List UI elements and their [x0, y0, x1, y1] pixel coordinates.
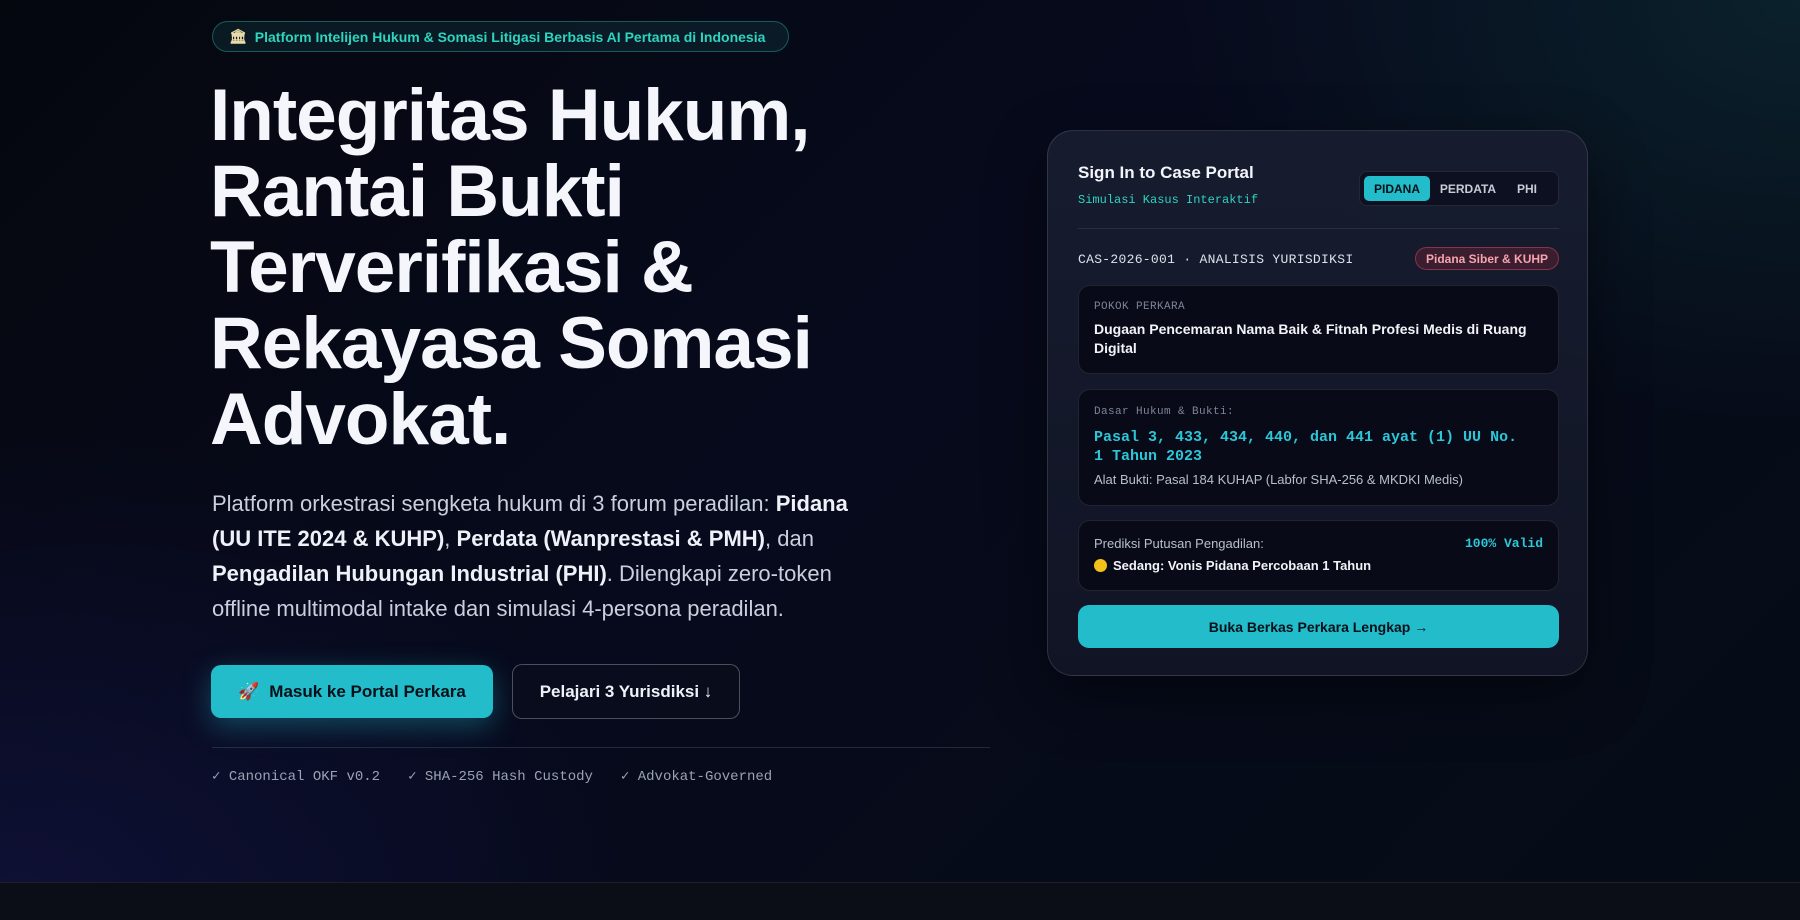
hero-title-line: Terverifikasi & [210, 227, 694, 308]
case-subject-value: Dugaan Pencemaran Nama Baik & Fitnah Pro… [1094, 321, 1527, 356]
classical-building-icon: 🏛 [229, 28, 247, 44]
case-id: CAS-2026-001 · ANALISIS YURISDIKSI [1078, 252, 1354, 267]
rocket-icon: 🚀 [238, 681, 260, 701]
case-subject-label: POKOK PERKARA [1094, 301, 1186, 313]
description-highlight: Pengadilan Hubungan Industrial (PHI) [212, 561, 607, 586]
trust-list: ✓ Canonical OKF v0.2 ✓ SHA-256 Hash Cust… [212, 768, 772, 785]
tab-phi[interactable]: PHI [1506, 176, 1548, 201]
badge-text: Platform Intelijen Hukum & Somasi Litiga… [254, 28, 766, 45]
bottom-bar [0, 882, 1800, 920]
case-subject-panel: POKOK PERKARA Dugaan Pencemaran Nama Bai… [1078, 285, 1559, 374]
card-title: Sign In to Case Portal [1078, 163, 1254, 182]
card-divider [1078, 228, 1559, 229]
yellow-circle-icon [1094, 559, 1107, 572]
hero-description: Platform orkestrasi sengketa hukum di 3 … [212, 486, 892, 626]
description-highlight: Perdata (Wanprestasi & PMH) [456, 526, 765, 551]
validity-badge: 100% Valid [1464, 536, 1543, 551]
evidence-note: Alat Bukti: Pasal 184 KUHAP (Labfor SHA-… [1094, 472, 1463, 487]
hero-badge: 🏛 Platform Intelijen Hukum & Somasi Liti… [212, 21, 789, 52]
hero-title: Integritas Hukum, Rantai Bukti Terverifi… [210, 78, 910, 458]
enter-portal-label: Masuk ke Portal Perkara [269, 681, 466, 701]
trust-item: ✓ Advokat-Governed [620, 769, 773, 785]
legal-articles: Pasal 3, 433, 434, 440, dan 441 ayat (1)… [1094, 429, 1518, 465]
case-portal-card: Sign In to Case Portal Simulasi Kasus In… [1047, 130, 1588, 676]
description-text: Platform orkestrasi sengketa hukum di 3 … [212, 491, 776, 516]
verdict-text: Sedang: Vonis Pidana Percobaan 1 Tahun [1113, 558, 1372, 573]
tab-perdata[interactable]: PERDATA [1432, 176, 1504, 201]
case-category-badge: Pidana Siber & KUHP [1415, 247, 1560, 270]
enter-portal-button[interactable]: 🚀 Masuk ke Portal Perkara [211, 665, 493, 718]
verdict-row: Sedang: Vonis Pidana Percobaan 1 Tahun [1094, 558, 1371, 573]
description-text: , dan [765, 526, 814, 551]
hero-title-line: Integritas Hukum, [210, 75, 811, 156]
legal-basis-label: Dasar Hukum & Bukti: [1094, 406, 1235, 418]
prediction-label: Prediksi Putusan Pengadilan: [1094, 536, 1264, 551]
trust-item: ✓ Canonical OKF v0.2 [212, 769, 381, 785]
jurisdiction-tabs: PIDANA PERDATA PHI [1359, 171, 1559, 206]
open-case-file-button[interactable]: Buka Berkas Perkara Lengkap → [1078, 605, 1559, 648]
description-text: , [444, 526, 457, 551]
learn-jurisdictions-button[interactable]: Pelajari 3 Yurisdiksi ↓ [512, 664, 740, 719]
hero-title-line: Rekayasa Somasi [210, 303, 813, 384]
tab-pidana[interactable]: PIDANA [1364, 176, 1430, 201]
verdict-prediction-panel: Prediksi Putusan Pengadilan: 100% Valid … [1078, 520, 1559, 591]
trust-item: ✓ SHA-256 Hash Custody [408, 769, 593, 785]
hero-title-line: Rantai Bukti [210, 151, 625, 232]
legal-basis-panel: Dasar Hukum & Bukti: Pasal 3, 433, 434, … [1078, 389, 1559, 506]
card-subtitle: Simulasi Kasus Interaktif [1078, 193, 1259, 207]
divider [212, 747, 990, 748]
hero-title-line: Advokat. [210, 379, 511, 460]
